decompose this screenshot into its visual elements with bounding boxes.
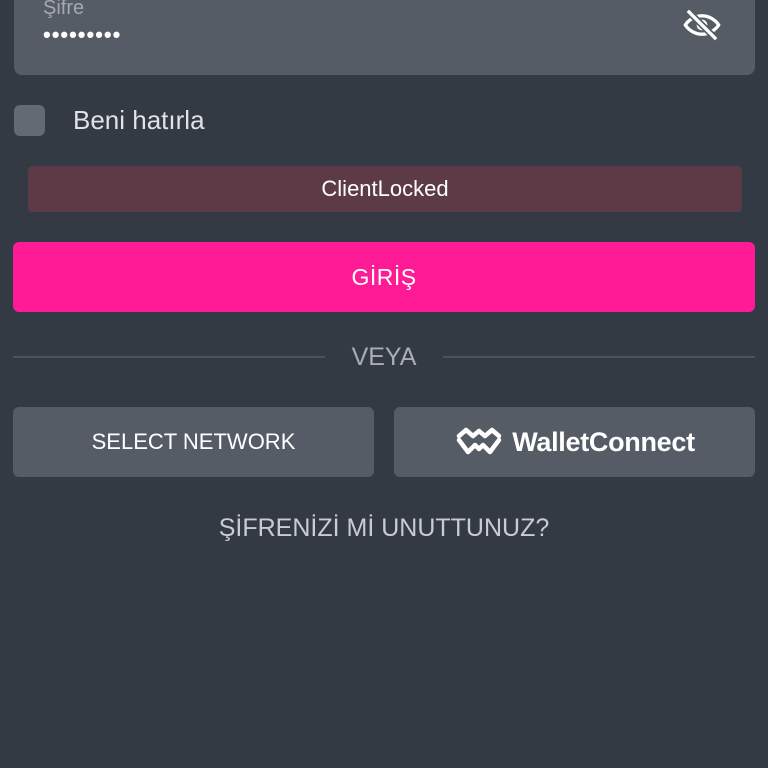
login-screen: Şifre ••••••••• Beni hatırla ClientLocke… <box>0 0 768 768</box>
eye-off-icon[interactable] <box>681 4 723 46</box>
remember-me-checkbox[interactable] <box>14 104 45 136</box>
login-button[interactable]: GİRİŞ <box>13 242 755 312</box>
divider-line-right <box>443 356 755 358</box>
error-banner: ClientLocked <box>28 166 742 212</box>
password-label: Şifre <box>43 0 85 19</box>
walletconnect-logo: WalletConnect <box>454 426 695 458</box>
select-network-button[interactable]: SELECT NETWORK <box>13 407 374 477</box>
password-value[interactable]: ••••••••• <box>43 24 121 46</box>
forgot-password-link[interactable]: ŞİFRENİZİ Mİ UNUTTUNUZ? <box>0 514 768 543</box>
walletconnect-button[interactable]: WalletConnect <box>394 407 755 477</box>
password-field[interactable]: Şifre ••••••••• <box>14 0 755 75</box>
divider-line-left <box>13 356 325 358</box>
walletconnect-label: WalletConnect <box>512 426 695 457</box>
remember-me-label: Beni hatırla <box>73 104 205 135</box>
walletconnect-logo-icon <box>456 427 502 455</box>
eye-off-icon-graphic <box>683 8 721 42</box>
remember-me-row[interactable]: Beni hatırla <box>14 102 205 138</box>
divider-label: VEYA <box>351 343 417 371</box>
